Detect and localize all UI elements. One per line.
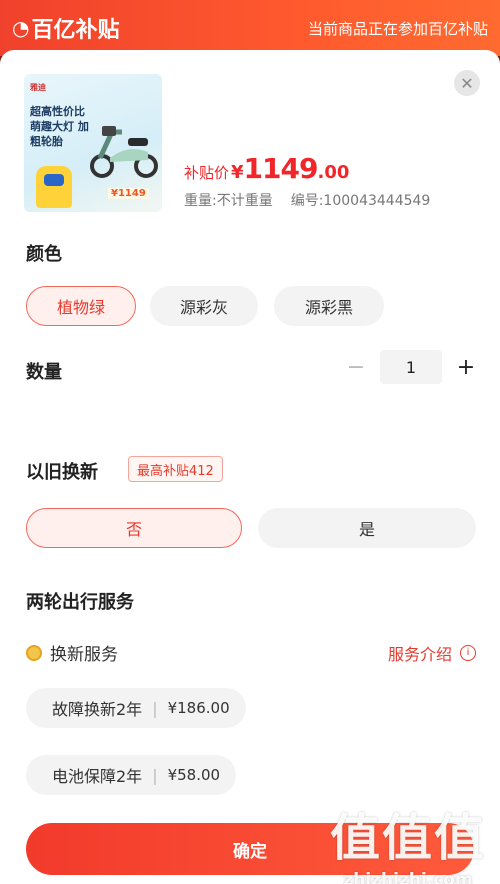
- color-option-green[interactable]: 植物绿: [26, 286, 136, 326]
- trade-in-section-title: 以旧换新: [26, 462, 98, 483]
- divider: |: [152, 698, 158, 718]
- coin-icon: [26, 644, 42, 661]
- color-section-title: 颜色: [26, 244, 62, 265]
- product-image[interactable]: 雅迪 超高性价比 萌趣大灯 加粗轮胎 ¥1149: [24, 74, 162, 212]
- brand-name: 百亿补贴: [31, 18, 120, 43]
- service-intro-label: 服务介绍: [387, 644, 452, 664]
- increase-button[interactable]: +: [454, 355, 478, 380]
- price-label: 补贴价: [184, 164, 230, 182]
- product-image-brand: 雅迪: [30, 83, 46, 92]
- subsidy-header: ◔ 百亿补贴 当前商品正在参加百亿补贴: [0, 0, 500, 56]
- sku-selector-sheet: ✕ 雅迪 超高性价比 萌趣大灯 加粗轮胎 ¥1149 补贴价 ¥ 1149 .0…: [0, 50, 500, 884]
- sku-number: 编号:100043444549: [290, 193, 431, 209]
- trade-in-option-yes[interactable]: 是: [258, 508, 476, 548]
- service-sub-title: 换新服务: [50, 645, 118, 665]
- trade-in-option-no[interactable]: 否: [26, 508, 242, 548]
- price-currency: ¥: [231, 162, 244, 183]
- quantity-input[interactable]: 1: [380, 350, 442, 384]
- product-image-slogan: 超高性价比 萌趣大灯 加粗轮胎: [30, 105, 89, 148]
- service-option-price: ¥186.00: [167, 699, 230, 717]
- decrease-button[interactable]: −: [344, 355, 368, 380]
- subsidy-price: 补贴价 ¥ 1149 .00: [184, 152, 349, 185]
- service-option-battery-protection[interactable]: 电池保障2年 | ¥58.00: [26, 755, 237, 795]
- color-option-grey[interactable]: 源彩灰: [150, 286, 258, 326]
- product-meta: 重量:不计重量 编号:100043444549: [184, 190, 430, 210]
- max-subsidy-badge: 最高补贴412: [128, 456, 223, 482]
- service-option-price: ¥58.00: [167, 766, 221, 784]
- service-label: 换新服务: [26, 640, 118, 665]
- service-option-fault-replacement[interactable]: 故障换新2年 | ¥186.00: [26, 688, 246, 728]
- brand-mark-icon: ◔: [12, 16, 30, 40]
- close-icon: ✕: [460, 73, 474, 93]
- service-header: 换新服务 服务介绍 i: [26, 640, 476, 665]
- price-integer: 1149: [243, 152, 319, 185]
- site-watermark: 值值值 zhizhizhi.com: [330, 798, 486, 884]
- scooter-icon: [90, 126, 158, 178]
- mascot-figure: [36, 166, 72, 208]
- close-button[interactable]: ✕: [454, 70, 480, 96]
- service-section-title: 两轮出行服务: [26, 592, 134, 613]
- price-decimal: .00: [317, 162, 350, 183]
- service-option-name: 电池保障2年: [52, 767, 143, 786]
- quantity-section-title: 数量: [26, 362, 62, 383]
- subsidy-notice: 当前商品正在参加百亿补贴: [307, 19, 488, 38]
- watermark-site: zhizhizhi.com: [343, 870, 473, 884]
- brand-logo: ◔ 百亿补贴: [12, 12, 119, 44]
- watermark-logo: 值值值: [330, 809, 486, 867]
- info-icon: i: [460, 644, 476, 661]
- color-option-black[interactable]: 源彩黑: [274, 286, 384, 326]
- weight-text: 重量:不计重量: [184, 193, 273, 209]
- service-option-name: 故障换新2年: [52, 700, 143, 719]
- divider: |: [152, 765, 158, 785]
- quantity-stepper: − 1 +: [344, 350, 478, 384]
- product-image-price: ¥1149: [108, 188, 149, 199]
- service-intro-link[interactable]: 服务介绍 i: [388, 641, 476, 665]
